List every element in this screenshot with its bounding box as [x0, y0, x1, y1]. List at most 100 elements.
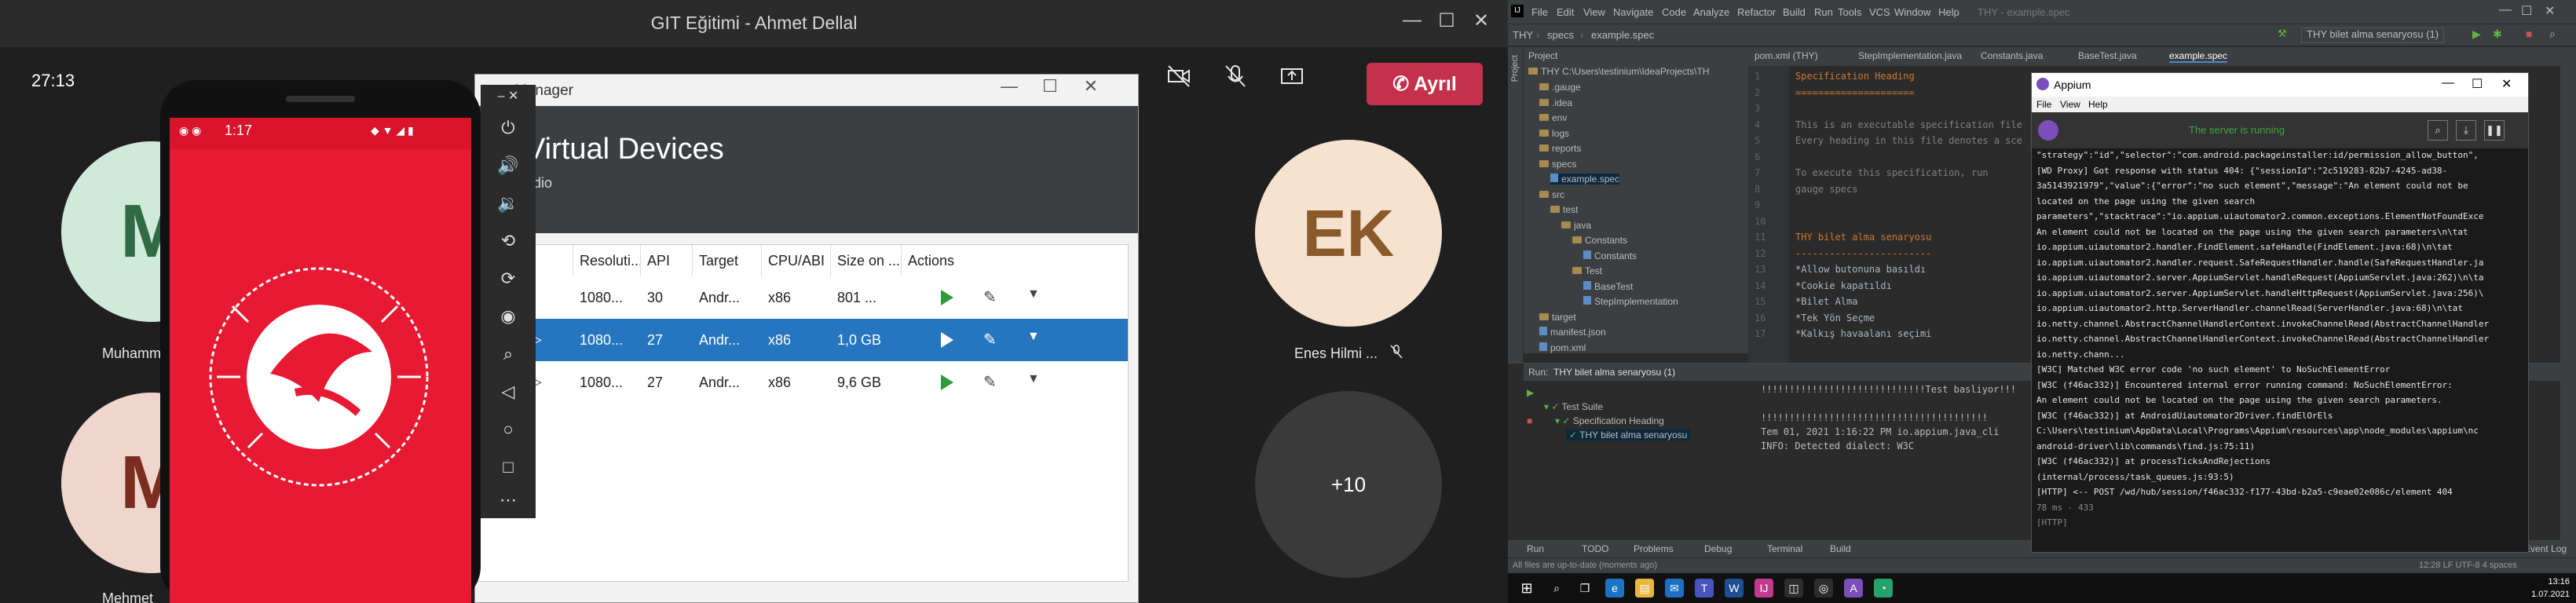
zoom-icon[interactable]: ⌕: [481, 344, 536, 364]
edit-icon[interactable]: ✎: [983, 330, 997, 349]
tree-item[interactable]: Constants: [1583, 250, 1637, 261]
tree-item[interactable]: reports: [1539, 143, 1581, 154]
hammer-icon[interactable]: ⚒: [2278, 27, 2287, 40]
search-icon[interactable]: ⌕: [2549, 27, 2556, 41]
tree-item[interactable]: manifest.json: [1539, 327, 1606, 338]
edit-icon[interactable]: ✎: [983, 287, 997, 307]
camera-off-icon[interactable]: [1159, 63, 1198, 102]
event-log-tab[interactable]: Event Log: [2524, 543, 2567, 554]
close-icon[interactable]: ✕: [1465, 9, 1497, 32]
volume-down-icon[interactable]: 🔉: [481, 193, 536, 214]
spec-node[interactable]: ▾ ✓ Specification Heading: [1555, 415, 1664, 426]
breadcrumb-folder[interactable]: specs: [1547, 29, 1574, 41]
intellij-icon[interactable]: IJ: [1755, 579, 1773, 598]
dropdown-icon[interactable]: ▼: [1027, 372, 1040, 386]
column-header[interactable]: Target: [693, 245, 762, 276]
table-row[interactable]: ▷ 1080... 27 Andr... x86 1,0 GB ✎ ▼: [476, 319, 1128, 361]
home-icon[interactable]: ○: [481, 419, 536, 440]
column-header[interactable]: API: [641, 245, 693, 276]
tree-item[interactable]: .idea: [1539, 97, 1572, 108]
run-icon[interactable]: ▶: [2472, 27, 2481, 41]
bottom-tab-terminal[interactable]: Terminal: [1767, 543, 1802, 554]
rotate-right-icon[interactable]: ⟳: [481, 269, 536, 289]
menu-view[interactable]: View: [1583, 6, 1605, 18]
bottom-tab-problems[interactable]: Problems: [1634, 543, 1674, 554]
tab-example-spec[interactable]: example.spec: [2169, 50, 2228, 63]
edit-icon[interactable]: ✎: [983, 372, 997, 392]
volume-up-icon[interactable]: 🔊: [481, 155, 536, 176]
menu-vcs[interactable]: VCS: [1869, 6, 1890, 18]
power-icon[interactable]: ⏻: [481, 118, 536, 138]
tree-item[interactable]: BaseTest: [1583, 280, 1633, 292]
share-screen-icon[interactable]: [1272, 63, 1312, 102]
task-view-icon[interactable]: ❐: [1575, 579, 1594, 598]
tree-item[interactable]: src: [1539, 189, 1564, 200]
menu-help[interactable]: Help: [1938, 6, 1959, 18]
play-icon[interactable]: [941, 375, 953, 390]
tree-item[interactable]: env: [1539, 112, 1567, 123]
menu-tools[interactable]: Tools: [1838, 6, 1861, 18]
tree-item[interactable]: StepImplementation: [1583, 296, 1678, 307]
tree-item[interactable]: pom.xml: [1539, 342, 1586, 353]
breadcrumb-file[interactable]: example.spec: [1591, 29, 1654, 41]
word-icon[interactable]: W: [1725, 579, 1744, 598]
appium-icon[interactable]: A: [1844, 579, 1863, 598]
chrome-icon[interactable]: ◎: [1814, 579, 1833, 598]
emulator-minimize-icon[interactable]: – ✕: [481, 88, 536, 104]
close-icon[interactable]: ✕: [2501, 76, 2512, 92]
play-icon[interactable]: [941, 290, 953, 305]
tree-item[interactable]: Constants: [1572, 235, 1627, 246]
minimize-icon[interactable]: —: [993, 76, 1025, 97]
close-icon[interactable]: ✕: [1075, 76, 1107, 97]
project-root[interactable]: THY C:\Users\testinium\IdeaProjects\TH: [1528, 66, 1710, 77]
overview-icon[interactable]: □: [481, 457, 536, 477]
column-header[interactable]: Size on ...: [831, 245, 902, 276]
menu-analyze[interactable]: Analyze: [1693, 6, 1729, 18]
camera-icon[interactable]: ◉: [481, 306, 536, 327]
bottom-tab-build[interactable]: Build: [1830, 543, 1851, 554]
phone-screen[interactable]: ◉ ◉ 1:17 ◆ ▼ ◢ ▮: [170, 118, 471, 603]
bottom-tab-run[interactable]: Run: [1527, 543, 1544, 554]
tab-constants[interactable]: Constants.java: [1981, 50, 2043, 61]
rotate-left-icon[interactable]: ⟲: [481, 231, 536, 251]
tree-item[interactable]: example.spec: [1550, 174, 1620, 185]
menu-edit[interactable]: Edit: [1557, 6, 1574, 18]
file-explorer-icon[interactable]: ▤: [1635, 579, 1654, 598]
close-icon[interactable]: ✕: [2545, 3, 2555, 19]
bottom-tab-todo[interactable]: TODO: [1582, 543, 1608, 554]
maximize-icon[interactable]: ☐: [1034, 76, 1066, 97]
rerun-icon[interactable]: ▶: [1527, 387, 1534, 398]
column-header[interactable]: CPU/ABI: [762, 245, 831, 276]
appium-menu-view[interactable]: View: [2060, 99, 2080, 110]
tab-basetest[interactable]: BaseTest.java: [2078, 50, 2137, 61]
taskbar-clock[interactable]: 13:16 1.07.2021: [2531, 576, 2570, 601]
menu-window[interactable]: Window: [1894, 6, 1930, 18]
run-config-select[interactable]: THY bilet alma senaryosu (1): [2301, 27, 2445, 43]
stop-icon[interactable]: ■: [2526, 27, 2532, 40]
tree-item[interactable]: java: [1561, 220, 1591, 231]
tab-step-implementation[interactable]: StepImplementation.java: [1858, 50, 1962, 61]
edge-icon[interactable]: e: [1605, 579, 1624, 598]
table-row[interactable]: ▷ 1080... 27 Andr... x86 9,6 GB ✎ ▼: [476, 361, 1128, 404]
maximize-icon[interactable]: ☐: [2472, 76, 2483, 92]
menu-navigate[interactable]: Navigate: [1613, 6, 1653, 18]
tree-item[interactable]: logs: [1539, 128, 1569, 139]
mic-off-icon[interactable]: [1216, 63, 1255, 102]
leave-button[interactable]: ✆ Ayrıl: [1367, 63, 1483, 105]
appium-menu-help[interactable]: Help: [2088, 99, 2108, 110]
more-icon[interactable]: ⋯: [481, 490, 536, 510]
tree-item[interactable]: target: [1539, 312, 1576, 323]
bottom-tab-debug[interactable]: Debug: [1704, 543, 1732, 554]
tree-item[interactable]: Test: [1572, 265, 1602, 276]
project-view-select[interactable]: Project: [1528, 50, 1557, 61]
tree-item[interactable]: test: [1550, 204, 1578, 215]
menu-file[interactable]: File: [1531, 6, 1548, 18]
search-icon[interactable]: ⌕: [2428, 120, 2448, 141]
appium-menu-file[interactable]: File: [2036, 99, 2051, 110]
column-header[interactable]: Resoluti...: [573, 245, 641, 276]
download-icon[interactable]: ⤓: [2456, 120, 2476, 141]
minimize-icon[interactable]: —: [1396, 9, 1428, 31]
debug-icon[interactable]: ✱: [2493, 27, 2502, 41]
minimize-icon[interactable]: —: [2499, 3, 2512, 17]
windows-start-icon[interactable]: ⊞: [1517, 579, 1536, 598]
